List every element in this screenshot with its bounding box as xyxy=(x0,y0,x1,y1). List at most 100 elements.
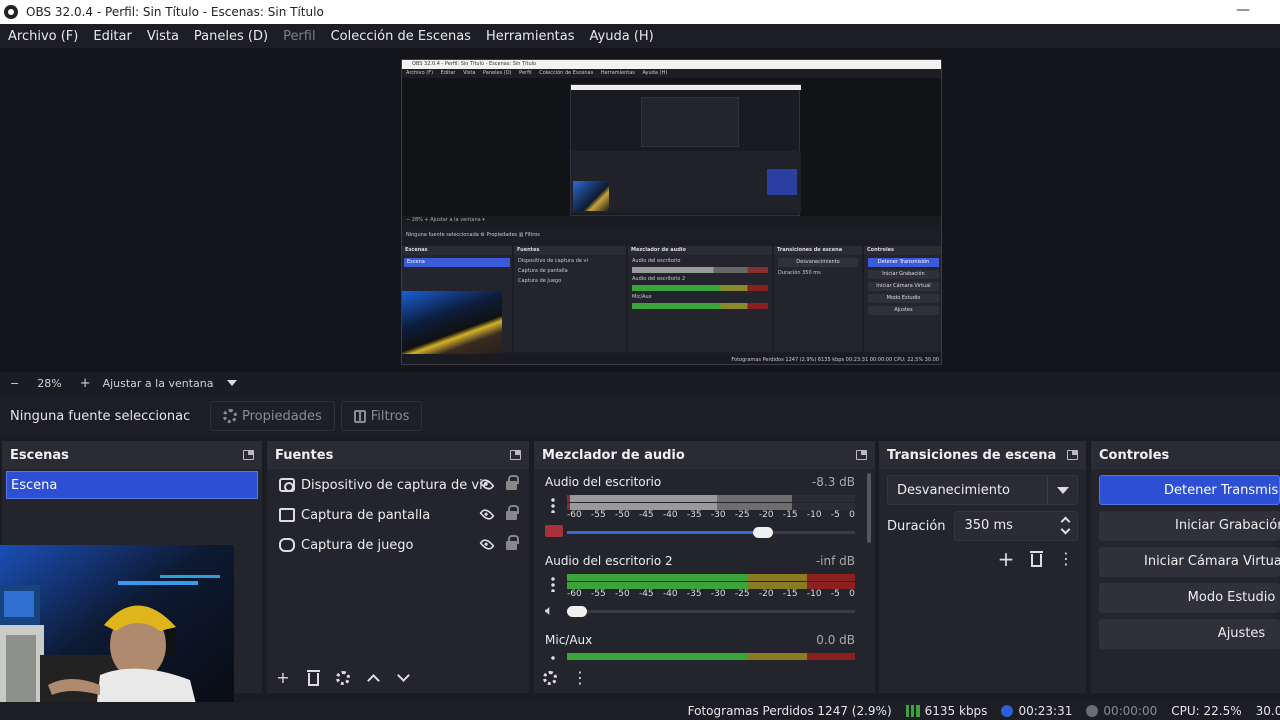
visibility-eye-icon[interactable] xyxy=(479,536,495,553)
studio-mode-button[interactable]: Modo Estudio xyxy=(1099,583,1280,613)
filters-label: Filtros xyxy=(370,408,410,424)
channel-menu-icon[interactable] xyxy=(551,655,555,661)
undock-icon[interactable] xyxy=(510,450,521,460)
preview-mini-mixer: Mezclador de audio Audio del escritorio … xyxy=(628,246,772,352)
speaker-icon[interactable]: 🔈︎ xyxy=(545,604,563,618)
preview-mini-source: Dispositivo de captura de vi xyxy=(518,258,588,264)
undock-icon[interactable] xyxy=(856,450,867,460)
transition-menu-button[interactable]: ⋮ xyxy=(1058,551,1074,567)
stream-time-value: 00:23:31 xyxy=(1018,704,1073,718)
remove-transition-button[interactable] xyxy=(1028,551,1044,567)
lock-icon[interactable] xyxy=(506,475,519,490)
menu-paneles[interactable]: Paneles (D) xyxy=(194,29,268,44)
meter-tick: -15 xyxy=(782,510,798,520)
lock-icon[interactable] xyxy=(506,535,519,550)
preview-mini-channel: Audio del escritorio 2 xyxy=(632,276,686,282)
mixer-channel: Mic/Aux0.0 dB-60-55-50-45-40-35-30-25-20… xyxy=(534,627,875,661)
menu-vista[interactable]: Vista xyxy=(147,29,179,44)
fit-window-option[interactable]: Ajustar a la ventana xyxy=(103,377,214,390)
filters-button[interactable]: Filtros xyxy=(340,401,423,431)
source-item[interactable]: Dispositivo de captura de vic xyxy=(267,470,529,500)
preview-mini-channel: Audio del escritorio xyxy=(632,258,681,264)
preview-area[interactable]: OBS 32.0.4 - Perfil: Sin Título - Escena… xyxy=(0,48,1280,372)
channel-menu-icon[interactable] xyxy=(551,576,555,592)
channel-menu-icon[interactable] xyxy=(551,497,555,513)
lock-icon[interactable] xyxy=(506,505,519,520)
zoom-out-button[interactable]: − xyxy=(10,377,19,390)
menu-ayuda[interactable]: Ayuda (H) xyxy=(590,29,654,44)
meter-tick: -25 xyxy=(734,589,750,599)
preview-mini-meter xyxy=(632,285,768,291)
transition-select[interactable]: Desvanecimiento xyxy=(887,475,1078,505)
properties-button[interactable]: Propiedades xyxy=(210,401,335,431)
preview-mini-channel: Mic/Aux xyxy=(632,294,652,300)
channel-db: -inf dB xyxy=(815,554,855,568)
visibility-eye-icon[interactable] xyxy=(479,506,495,523)
muted-speaker-icon[interactable] xyxy=(545,525,563,537)
preview-mini-scenes: Escenas Escena xyxy=(402,246,512,364)
cpu-usage: CPU: 22.5% xyxy=(1171,704,1242,718)
status-bar: Fotogramas Perdidos 1247 (2.9%) 6135 kbp… xyxy=(0,702,1280,720)
spin-arrows-icon[interactable] xyxy=(1055,512,1077,540)
zoom-in-button[interactable]: + xyxy=(80,376,91,391)
channel-db: 0.0 dB xyxy=(816,633,855,647)
preview-mini-zoom: − 28% + Ajustar a la ventana ▾ xyxy=(402,216,941,225)
meter-tick: -20 xyxy=(758,510,774,520)
dropped-frames: Fotogramas Perdidos 1247 (2.9%) xyxy=(687,704,892,718)
signal-bars-icon xyxy=(905,705,920,717)
move-source-down-button[interactable] xyxy=(395,669,411,686)
mixer-menu-button[interactable]: ⋮ xyxy=(572,670,588,686)
add-source-button[interactable]: + xyxy=(275,670,291,686)
volume-slider[interactable] xyxy=(567,527,855,538)
level-meter xyxy=(567,495,855,502)
transitions-dock-header: Transiciones de escena xyxy=(879,441,1086,469)
meter-tick: -50 xyxy=(614,510,630,520)
volume-knob[interactable] xyxy=(753,527,773,538)
start-virtual-camera-button[interactable]: Iniciar Cámara Virtual xyxy=(1099,547,1280,577)
chevron-up-icon xyxy=(366,674,380,687)
settings-button[interactable]: Ajustes xyxy=(1099,619,1280,649)
stop-streaming-button[interactable]: Detener Transmisión xyxy=(1099,475,1280,505)
menu-archivo[interactable]: Archivo (F) xyxy=(8,29,78,44)
add-transition-button[interactable]: + xyxy=(998,549,1015,569)
menu-herramientas[interactable]: Herramientas xyxy=(486,29,575,44)
mixer-scrollbar[interactable] xyxy=(867,473,871,543)
move-source-up-button[interactable] xyxy=(365,670,381,687)
duration-spinbox[interactable]: 350 ms xyxy=(953,511,1078,541)
source-label: Dispositivo de captura de vic xyxy=(301,477,490,493)
zoom-dropdown-icon[interactable] xyxy=(227,380,238,386)
preview-mini-duration: Duración 350 ms xyxy=(778,270,821,276)
meter-tick: -15 xyxy=(782,589,798,599)
menu-editar[interactable]: Editar xyxy=(93,29,132,44)
source-label: Captura de pantalla xyxy=(301,507,431,523)
volume-knob[interactable] xyxy=(567,606,587,617)
preview-mini-controls: Controles Detener Transmisión Iniciar Gr… xyxy=(864,246,941,352)
volume-slider[interactable] xyxy=(567,606,855,617)
remove-source-button[interactable] xyxy=(305,670,321,686)
meter-ticks: -60 -55 -50 -45 -40 -35 -30 -25 -20 -15 -10 -5 0 xyxy=(567,510,855,524)
advanced-audio-button[interactable] xyxy=(542,670,558,686)
source-properties-button[interactable] xyxy=(335,670,351,686)
undock-icon[interactable] xyxy=(1067,450,1078,460)
mixer-dock-title: Mezclador de audio xyxy=(542,447,685,463)
chevron-down-icon xyxy=(396,669,410,682)
chevron-down-icon xyxy=(1047,476,1077,504)
preview-mini-dock-title: Controles xyxy=(864,246,941,255)
fps-value: 30.00 xyxy=(1255,704,1280,718)
webcam-overlay xyxy=(0,545,234,720)
program-preview[interactable]: OBS 32.0.4 - Perfil: Sin Título - Escena… xyxy=(401,59,942,365)
menu-coleccion-escenas[interactable]: Colección de Escenas xyxy=(331,29,471,44)
source-item[interactable]: Captura de pantalla xyxy=(267,500,529,530)
preview-mini-dock-title: Mezclador de audio xyxy=(628,246,772,255)
minimize-button[interactable]: — xyxy=(1236,2,1250,18)
zoom-level: 28% xyxy=(37,376,62,390)
source-item[interactable]: Captura de juego xyxy=(267,530,529,560)
record-timer: 00:00:00 xyxy=(1086,704,1157,718)
stream-timer: 00:23:31 xyxy=(1001,704,1072,718)
preview-mini-source: Captura de pantalla xyxy=(518,268,568,274)
menu-perfil: Perfil xyxy=(283,28,316,44)
scene-item[interactable]: Escena xyxy=(6,471,258,499)
start-recording-button[interactable]: Iniciar Grabación xyxy=(1099,511,1280,541)
source-toolbar: Ninguna fuente seleccionac Propiedades F… xyxy=(0,394,1280,438)
undock-icon[interactable] xyxy=(243,450,254,460)
